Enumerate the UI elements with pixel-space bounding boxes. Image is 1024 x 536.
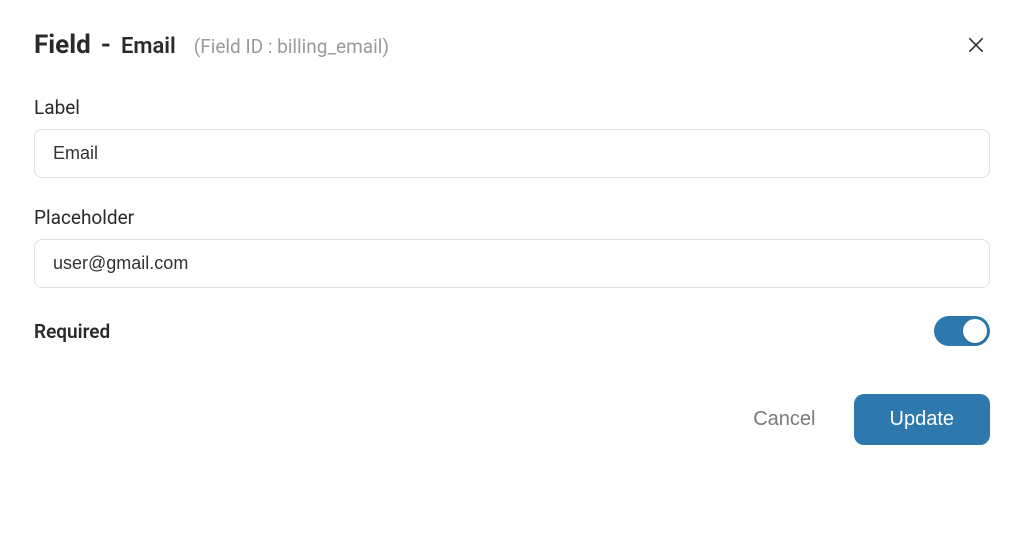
cancel-button[interactable]: Cancel xyxy=(749,400,819,439)
required-field-group: Required xyxy=(34,316,990,346)
update-button[interactable]: Update xyxy=(854,394,991,445)
label-field-label: Label xyxy=(34,96,990,119)
placeholder-field-group: Placeholder xyxy=(34,206,990,288)
label-input[interactable] xyxy=(34,129,990,178)
close-button[interactable] xyxy=(962,31,990,59)
title-separator: - xyxy=(101,30,111,60)
close-icon xyxy=(966,35,986,55)
dialog-footer: Cancel Update xyxy=(34,394,990,445)
required-toggle[interactable] xyxy=(934,316,990,346)
label-field-group: Label xyxy=(34,96,990,178)
title-prefix: Field xyxy=(34,30,91,60)
toggle-knob xyxy=(963,319,987,343)
dialog-header: Field - Email (Field ID : billing_email) xyxy=(34,30,990,60)
title-secondary: Email xyxy=(121,34,176,59)
dialog-title: Field - Email (Field ID : billing_email) xyxy=(34,30,389,60)
placeholder-input[interactable] xyxy=(34,239,990,288)
field-id-label: (Field ID : billing_email) xyxy=(194,35,389,58)
placeholder-field-label: Placeholder xyxy=(34,206,990,229)
required-label: Required xyxy=(34,320,110,343)
